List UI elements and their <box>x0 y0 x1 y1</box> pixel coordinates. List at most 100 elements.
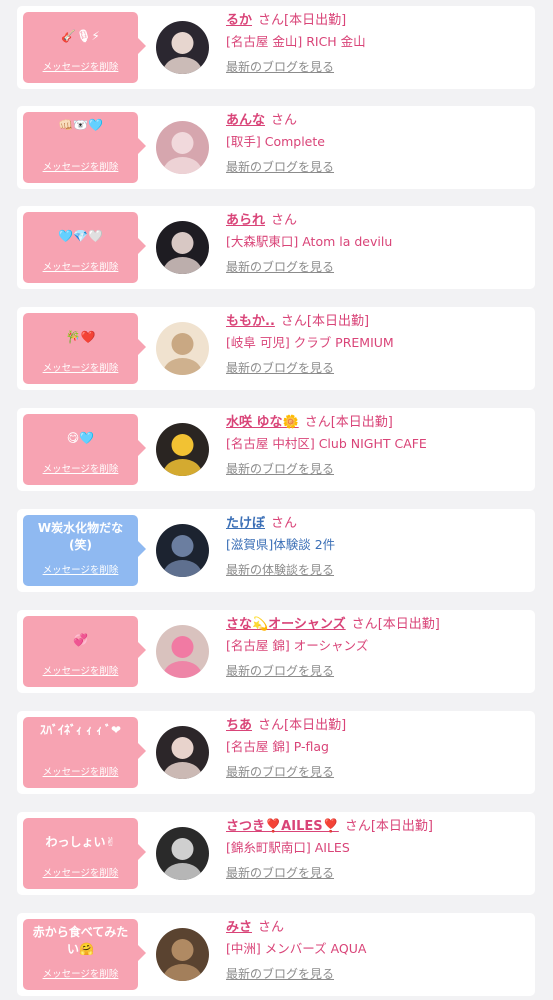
user-name-link[interactable]: ちあ <box>226 718 252 733</box>
delete-message-link[interactable]: メッセージを削除 <box>23 966 138 980</box>
latest-post-link[interactable]: 最新のブログを見る <box>226 59 334 75</box>
avatar[interactable] <box>156 423 209 476</box>
user-info: ちあ さん[本日出勤] [名古屋 錦] P-flag 最新のブログを見る <box>226 717 529 780</box>
honorific: さん <box>271 213 298 228</box>
latest-post-link[interactable]: 最新のブログを見る <box>226 159 334 175</box>
delete-message-link[interactable]: メッセージを削除 <box>23 865 138 879</box>
user-info: ももか.. さん[本日出勤] [岐阜 可児] クラブ PREMIUM 最新のブログを見… <box>226 313 529 376</box>
user-name-link[interactable]: ももか.. <box>226 314 275 329</box>
shop-info: [名古屋 錦] P-flag <box>226 739 329 754</box>
shop-info: [中洲] メンバーズ AQUA <box>226 941 367 956</box>
honorific: さん <box>271 113 298 128</box>
message-text: 😋🩵 <box>66 431 95 445</box>
delete-message-link[interactable]: メッセージを削除 <box>23 360 138 374</box>
message-card: わっしょい✌ メッセージを削除 さつき❣️AILES❣️ さん[本日出勤] [錦糸町駅南… <box>17 812 535 895</box>
message-bubble: わっしょい✌ メッセージを削除 <box>23 818 146 889</box>
message-bubble: 👊🏻🐻‍❄️🩵 メッセージを削除 <box>23 112 146 183</box>
shop-info: [名古屋 錦] オーシャンズ <box>226 638 369 653</box>
message-card: 🎸🎙⚡ メッセージを削除 るか さん[本日出勤] [名古屋 金山] RICH 金山 最新の… <box>17 6 535 89</box>
shop-info: [岐阜 可児] クラブ PREMIUM <box>226 335 394 350</box>
status-badge: [本日出勤] <box>306 314 370 329</box>
avatar[interactable] <box>156 322 209 375</box>
shop-info: [大森駅東口] Atom la devilu <box>226 234 393 249</box>
message-text: 🩵💎🤍 <box>58 229 103 243</box>
avatar[interactable] <box>156 928 209 981</box>
delete-message-link[interactable]: メッセージを削除 <box>23 259 138 273</box>
user-name-link[interactable]: さな💫オーシャンズ <box>226 617 346 632</box>
user-name-link[interactable]: あんな <box>226 113 265 128</box>
message-card: 赤から食べてみたい🤗 メッセージを削除 みさ さん [中洲] メンバーズ AQUA 最新の… <box>17 913 535 996</box>
status-badge: [本日出勤] <box>284 718 347 733</box>
message-bubble: 赤から食べてみたい🤗 メッセージを削除 <box>23 919 146 990</box>
avatar[interactable] <box>156 726 209 779</box>
delete-message-link[interactable]: メッセージを削除 <box>23 663 138 677</box>
status-badge: [本日出勤] <box>370 819 433 834</box>
avatar[interactable] <box>156 625 209 678</box>
avatar[interactable] <box>156 524 209 577</box>
user-name-link[interactable]: たけぼ <box>226 516 265 531</box>
latest-post-link[interactable]: 最新のブログを見る <box>226 360 334 376</box>
status-badge: [本日出勤] <box>330 415 393 430</box>
message-text: 🎋❤️ <box>65 330 96 344</box>
latest-post-link[interactable]: 最新のブログを見る <box>226 259 334 275</box>
avatar[interactable] <box>156 827 209 880</box>
message-text: わっしょい✌ <box>45 835 116 849</box>
shop-info: [錦糸町駅南口] AILES <box>226 840 350 855</box>
message-text: 赤から食べてみたい🤗 <box>32 925 129 956</box>
message-bubble: W炭水化物だな(笑) メッセージを削除 <box>23 515 146 586</box>
latest-post-link[interactable]: 最新のブログを見る <box>226 966 334 982</box>
delete-message-link[interactable]: メッセージを削除 <box>23 764 138 778</box>
latest-post-link[interactable]: 最新のブログを見る <box>226 663 334 679</box>
user-name-link[interactable]: あられ <box>226 213 265 228</box>
user-info: 水咲 ゆな🌼 さん[本日出勤] [名古屋 中村区] Club NIGHT CAFE 最… <box>226 414 529 477</box>
user-name-link[interactable]: みさ <box>226 920 252 935</box>
message-bubble: 🎸🎙⚡ メッセージを削除 <box>23 12 146 83</box>
honorific: さん <box>271 516 298 531</box>
avatar[interactable] <box>156 221 209 274</box>
honorific: さん <box>351 617 378 632</box>
status-badge: [本日出勤] <box>377 617 440 632</box>
message-card: W炭水化物だな(笑) メッセージを削除 たけぼ さん [滋賀県]体験談 2件 最新の体験談… <box>17 509 535 592</box>
avatar[interactable] <box>156 21 209 74</box>
message-card: ｽﾊﾞｲﾈﾞｨ ｨ ｨ ﾞ❤ メッセージを削除 ちあ さん[本日出勤] [名古屋 錦] … <box>17 711 535 794</box>
user-name-link[interactable]: 水咲 ゆな🌼 <box>226 415 299 430</box>
honorific: さん <box>280 314 307 329</box>
status-badge: [本日出勤] <box>284 13 347 28</box>
user-info: るか さん[本日出勤] [名古屋 金山] RICH 金山 最新のブログを見る <box>226 12 529 75</box>
latest-post-link[interactable]: 最新のブログを見る <box>226 764 334 780</box>
user-info: あられ さん [大森駅東口] Atom la devilu 最新のブログを見る <box>226 212 529 275</box>
shop-info: [名古屋 金山] RICH 金山 <box>226 34 366 49</box>
latest-post-link[interactable]: 最新の体験談を見る <box>226 562 334 578</box>
message-card: 🩵💎🤍 メッセージを削除 あられ さん [大森駅東口] Atom la devilu 最新… <box>17 206 535 289</box>
honorific: さん <box>258 920 285 935</box>
user-name-link[interactable]: さつき❣️AILES❣️ <box>226 819 339 834</box>
message-card: 😋🩵 メッセージを削除 水咲 ゆな🌼 さん[本日出勤] [名古屋 中村区] Club N… <box>17 408 535 491</box>
message-bubble: 🩵💎🤍 メッセージを削除 <box>23 212 146 283</box>
honorific: さん <box>258 718 285 733</box>
delete-message-link[interactable]: メッセージを削除 <box>23 159 138 173</box>
delete-message-link[interactable]: メッセージを削除 <box>23 562 138 576</box>
shop-info: [名古屋 中村区] Club NIGHT CAFE <box>226 436 427 451</box>
message-card: 🎋❤️ メッセージを削除 ももか.. さん[本日出勤] [岐阜 可児] クラブ PREM… <box>17 307 535 390</box>
message-text: ｽﾊﾞｲﾈﾞｨ ｨ ｨ ﾞ❤ <box>39 723 122 737</box>
avatar[interactable] <box>156 121 209 174</box>
user-info: あんな さん [取手] Complete 最新のブログを見る <box>226 112 529 175</box>
message-text: 💞 <box>73 633 88 647</box>
user-info: たけぼ さん [滋賀県]体験談 2件 最新の体験談を見る <box>226 515 529 578</box>
latest-post-link[interactable]: 最新のブログを見る <box>226 461 334 477</box>
message-card: 💞 メッセージを削除 さな💫オーシャンズ さん[本日出勤] [名古屋 錦] オーシャンズ… <box>17 610 535 693</box>
message-card: 👊🏻🐻‍❄️🩵 メッセージを削除 あんな さん [取手] Complete 最新のブログを… <box>17 106 535 189</box>
user-name-link[interactable]: るか <box>226 13 252 28</box>
message-bubble: 😋🩵 メッセージを削除 <box>23 414 146 485</box>
honorific: さん <box>344 819 371 834</box>
user-info: さつき❣️AILES❣️ さん[本日出勤] [錦糸町駅南口] AILES 最新のブログ… <box>226 818 529 881</box>
honorific: さん <box>258 13 285 28</box>
message-text: 👊🏻🐻‍❄️🩵 <box>58 118 103 132</box>
latest-post-link[interactable]: 最新のブログを見る <box>226 865 334 881</box>
message-bubble: 🎋❤️ メッセージを削除 <box>23 313 146 384</box>
delete-message-link[interactable]: メッセージを削除 <box>23 59 138 73</box>
delete-message-link[interactable]: メッセージを削除 <box>23 461 138 475</box>
message-text: W炭水化物だな(笑) <box>37 521 124 552</box>
message-bubble: 💞 メッセージを削除 <box>23 616 146 687</box>
shop-info: [滋賀県]体験談 2件 <box>226 537 336 552</box>
